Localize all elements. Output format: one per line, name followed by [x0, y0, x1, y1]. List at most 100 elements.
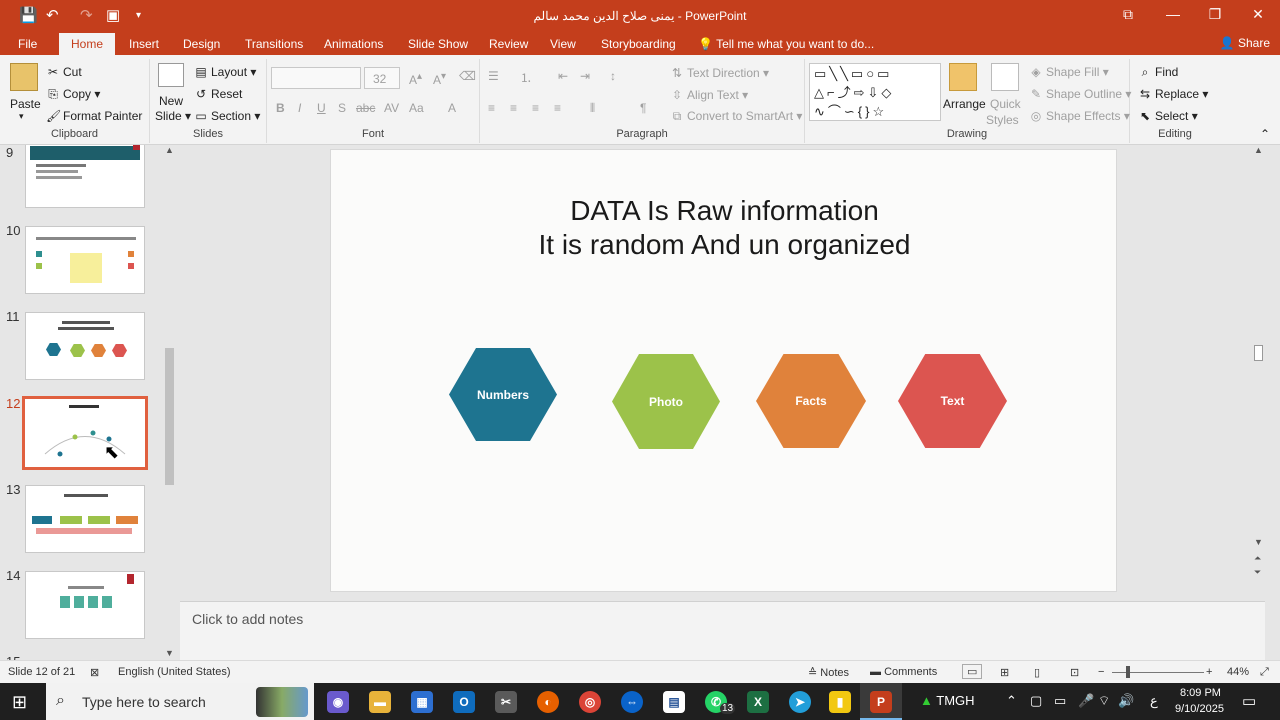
convert-smartart-button[interactable]: ⧉ Convert to SmartArt ▾ — [670, 109, 803, 124]
shrink-font-icon[interactable]: A▾ — [433, 71, 446, 87]
bold-icon[interactable]: B — [276, 101, 285, 115]
scroll-down-icon[interactable]: ▼ — [165, 648, 174, 658]
increase-indent-icon[interactable]: ⇥ — [580, 69, 590, 83]
select-button[interactable]: ⬉ Select ▾ — [1138, 109, 1198, 123]
slide-scroll-thumb[interactable] — [1254, 345, 1263, 361]
snipping-tool-icon[interactable]: ✂ — [495, 691, 517, 713]
new-slide-button[interactable]: Slide ▾ — [155, 109, 191, 123]
slide-thumbnail[interactable] — [25, 145, 145, 208]
slide-thumbnails-pane[interactable]: 9 10 11 12 13 14 ▲ ▼ — [0, 145, 180, 660]
zoom-level[interactable]: 44% — [1227, 666, 1249, 678]
outlook-icon[interactable]: O — [453, 691, 475, 713]
slide-thumbnail[interactable] — [25, 226, 145, 294]
rtl-icon[interactable]: ¶ — [640, 101, 646, 115]
arrange-icon[interactable] — [949, 63, 977, 91]
facts-hexagon[interactable]: Facts — [756, 354, 866, 448]
current-slide[interactable]: DATA Is Raw information It is random And… — [330, 149, 1117, 592]
line-spacing-icon[interactable]: ↕ — [610, 69, 616, 83]
bullets-icon[interactable]: ☰ — [488, 69, 499, 83]
new-slide-label[interactable]: New — [159, 94, 183, 108]
text-hexagon[interactable]: Text — [898, 354, 1007, 448]
fit-slide-icon[interactable]: ⤢ — [1260, 666, 1269, 679]
notes-toggle-button[interactable]: ≙ Notes — [808, 666, 849, 679]
tab-storyboarding[interactable]: Storyboarding — [601, 37, 676, 51]
shape-effects-button[interactable]: ◎ Shape Effects ▾ — [1029, 109, 1130, 123]
firefox-icon[interactable]: ◐ — [537, 691, 559, 713]
font-size-input[interactable]: 32 — [364, 67, 400, 89]
tab-animations[interactable]: Animations — [324, 37, 383, 51]
teamviewer-icon[interactable]: ⇔ — [621, 691, 643, 713]
scroll-up-icon[interactable]: ▲ — [165, 145, 174, 155]
paste-dropdown-icon[interactable]: ▾ — [19, 111, 24, 122]
zoom-in-icon[interactable]: + — [1206, 666, 1212, 678]
format-painter-button[interactable]: 🖌 Format Painter — [46, 109, 142, 123]
clear-formatting-icon[interactable]: ⌫ — [459, 69, 476, 83]
decrease-indent-icon[interactable]: ⇤ — [558, 69, 568, 83]
ribbon-display-options-icon[interactable]: ⧉ — [1118, 6, 1138, 23]
slide-thumbnail[interactable] — [25, 485, 145, 553]
copy-button[interactable]: ⎘ Copy ▾ — [46, 87, 100, 102]
slide-thumbnail[interactable] — [25, 312, 145, 380]
comments-toggle-button[interactable]: ▬ Comments — [870, 666, 937, 678]
restore-button[interactable]: ❐ — [1205, 6, 1225, 23]
section-button[interactable]: ▭ Section ▾ — [194, 109, 260, 123]
tab-slide-show[interactable]: Slide Show — [408, 37, 468, 51]
strikethrough-icon[interactable]: abc — [356, 101, 375, 115]
slide-thumbnail[interactable] — [25, 571, 145, 639]
notes-placeholder[interactable]: Click to add notes — [192, 611, 303, 627]
slide-title[interactable]: DATA Is Raw information It is random And… — [331, 194, 1118, 262]
volume-icon[interactable]: 🔊 — [1118, 693, 1134, 709]
text-direction-button[interactable]: ⇅ Text Direction ▾ — [670, 66, 769, 80]
quick-styles-button[interactable]: Quick — [990, 97, 1021, 111]
replace-button[interactable]: ⇆ Replace ▾ — [1138, 87, 1208, 101]
minimize-button[interactable]: — — [1163, 6, 1183, 22]
notification-icon[interactable]: ▭ — [1242, 692, 1256, 710]
wifi-icon[interactable]: ⌔ — [1098, 693, 1110, 709]
align-right-icon[interactable]: ≡ — [532, 101, 539, 115]
change-case-icon[interactable]: Aa — [409, 101, 424, 115]
thumbnails-scroll-thumb[interactable] — [165, 348, 174, 485]
photo-hexagon[interactable]: Photo — [612, 354, 720, 449]
chrome-icon[interactable]: ◎ — [579, 691, 601, 713]
power-bi-icon[interactable]: ▮ — [829, 691, 851, 713]
tell-me-search[interactable]: 💡 Tell me what you want to do... — [698, 37, 874, 51]
collapse-ribbon-icon[interactable]: ⌃ — [1260, 127, 1270, 141]
telegram-icon[interactable]: ➤ — [789, 691, 811, 713]
cut-button[interactable]: ✂ Cut — [46, 65, 82, 79]
tab-home[interactable]: Home — [59, 33, 116, 55]
powerpoint-taskbar-button[interactable]: P — [860, 683, 902, 720]
microsoft-store-icon[interactable]: ▦ — [411, 691, 433, 713]
text-shadow-icon[interactable]: S — [338, 101, 346, 115]
align-left-icon[interactable]: ≡ — [488, 101, 495, 115]
new-slide-icon[interactable] — [158, 63, 184, 87]
zoom-slider-thumb[interactable] — [1126, 666, 1130, 678]
clock-time[interactable]: 8:09 PM — [1180, 687, 1221, 699]
paste-icon[interactable] — [10, 63, 38, 91]
meet-now-icon[interactable]: ▢ — [1030, 693, 1042, 709]
previous-slide-icon[interactable]: ⏶ — [1254, 553, 1261, 564]
zoom-out-icon[interactable]: − — [1098, 666, 1104, 678]
justify-icon[interactable]: ≡ — [554, 101, 561, 115]
tab-transitions[interactable]: Transitions — [245, 37, 303, 51]
shape-outline-button[interactable]: ✎ Shape Outline ▾ — [1029, 87, 1131, 101]
columns-icon[interactable]: ⫴ — [590, 101, 595, 116]
normal-view-icon[interactable]: ▭ — [962, 664, 983, 679]
word-document-icon[interactable]: ▤ — [663, 691, 685, 713]
slide-thumbnail-selected[interactable] — [22, 396, 148, 470]
excel-icon[interactable]: X — [747, 691, 769, 713]
tab-file[interactable]: File — [18, 37, 37, 51]
battery-icon[interactable]: ▭ — [1054, 693, 1066, 709]
tab-view[interactable]: View — [550, 37, 576, 51]
find-button[interactable]: ⌕ Find — [1138, 65, 1179, 80]
input-language[interactable]: ع — [1150, 693, 1158, 709]
scroll-down-icon[interactable]: ▼ — [1254, 537, 1263, 547]
align-text-button[interactable]: ⇳ Align Text ▾ — [670, 88, 748, 102]
share-button[interactable]: 👤 Share — [1220, 36, 1270, 50]
character-spacing-icon[interactable]: AV — [384, 101, 399, 115]
tmgh-widget[interactable]: ▲ TMGH — [920, 693, 975, 708]
tab-design[interactable]: Design — [183, 37, 220, 51]
file-explorer-icon[interactable]: ▬ — [369, 691, 391, 713]
underline-icon[interactable]: U — [317, 101, 326, 115]
shapes-gallery[interactable]: ▭╲╲▭○▭ △⌐⤴⇨⇩◇ ∿⌒∽{}☆ — [809, 63, 941, 121]
arrange-button[interactable]: Arrange — [943, 97, 986, 111]
